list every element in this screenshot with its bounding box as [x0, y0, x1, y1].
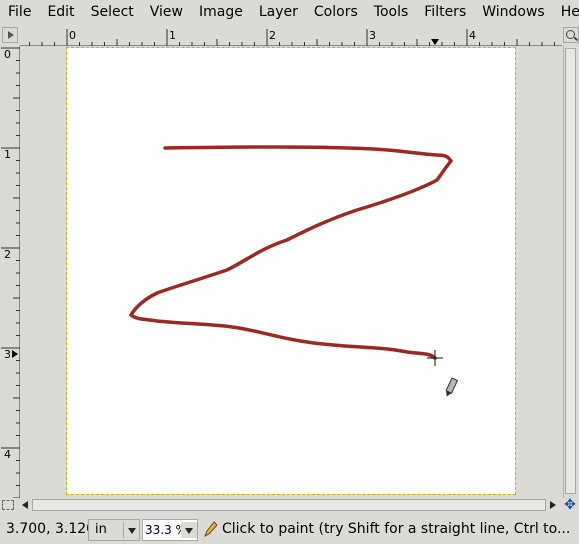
horizontal-scrollbar-thumb[interactable]: [32, 499, 546, 511]
vertical-scrollbar[interactable]: [563, 46, 577, 498]
vruler-label-3: 3: [4, 348, 11, 361]
pencil-icon: [204, 521, 218, 537]
vruler-label-0: 0: [4, 48, 11, 61]
menu-select[interactable]: Select: [83, 0, 142, 24]
status-message: Click to paint (try Shift for a straight…: [222, 521, 571, 537]
menu-edit[interactable]: Edit: [39, 0, 82, 24]
hruler-label-0: 0: [69, 29, 76, 42]
menu-file[interactable]: File: [0, 0, 39, 24]
drawing-layer: [129, 145, 459, 397]
hruler-label-3: 3: [369, 29, 376, 42]
menu-windows[interactable]: Windows: [474, 0, 553, 24]
chevron-down-icon[interactable]: [181, 522, 197, 538]
zoom-to-fit-icon[interactable]: [563, 27, 579, 43]
statusbar: 3.700, 3.120 in 33.3 % Click to paint (t…: [0, 514, 579, 544]
vertical-scrollbar-thumb[interactable]: [565, 48, 576, 494]
vruler-label-4: 4: [4, 448, 11, 461]
horizontal-ruler[interactable]: 0 1 2 3 4: [20, 28, 562, 46]
pencil-cursor-icon: [445, 377, 459, 397]
navigate-icon[interactable]: ✥: [563, 498, 577, 512]
image-canvas[interactable]: [67, 48, 515, 494]
horizontal-scrollbar[interactable]: [0, 498, 579, 512]
hruler-label-4: 4: [469, 29, 476, 42]
menu-colors[interactable]: Colors: [306, 0, 366, 24]
scroll-right-icon[interactable]: [550, 501, 556, 509]
hruler-label-2: 2: [269, 29, 276, 42]
vertical-ruler[interactable]: 0 1 2 3 4: [0, 46, 20, 498]
pointer-coordinates: 3.700, 3.120: [6, 521, 96, 537]
vruler-label-2: 2: [4, 248, 11, 261]
canvas-area[interactable]: [20, 46, 562, 498]
unit-value: in: [95, 522, 107, 537]
hruler-label-1: 1: [169, 29, 176, 42]
menu-layer[interactable]: Layer: [251, 0, 306, 24]
menu-filters[interactable]: Filters: [416, 0, 474, 24]
menu-view[interactable]: View: [142, 0, 191, 24]
menu-help[interactable]: Help: [553, 0, 579, 24]
menu-tools[interactable]: Tools: [366, 0, 417, 24]
unit-select[interactable]: in: [88, 519, 140, 541]
vruler-label-1: 1: [4, 148, 11, 161]
crosshair-cursor-icon: [427, 350, 443, 366]
quick-mask-toggle-icon[interactable]: [2, 500, 14, 510]
menubar: File Edit Select View Image Layer Colors…: [0, 0, 579, 24]
paint-stroke: [129, 145, 453, 360]
quick-mask-menu-button[interactable]: [2, 27, 18, 43]
zoom-select[interactable]: 33.3 %: [142, 519, 198, 541]
scroll-left-icon[interactable]: [22, 501, 28, 509]
menu-image[interactable]: Image: [191, 0, 251, 24]
chevron-down-icon[interactable]: [123, 522, 140, 538]
